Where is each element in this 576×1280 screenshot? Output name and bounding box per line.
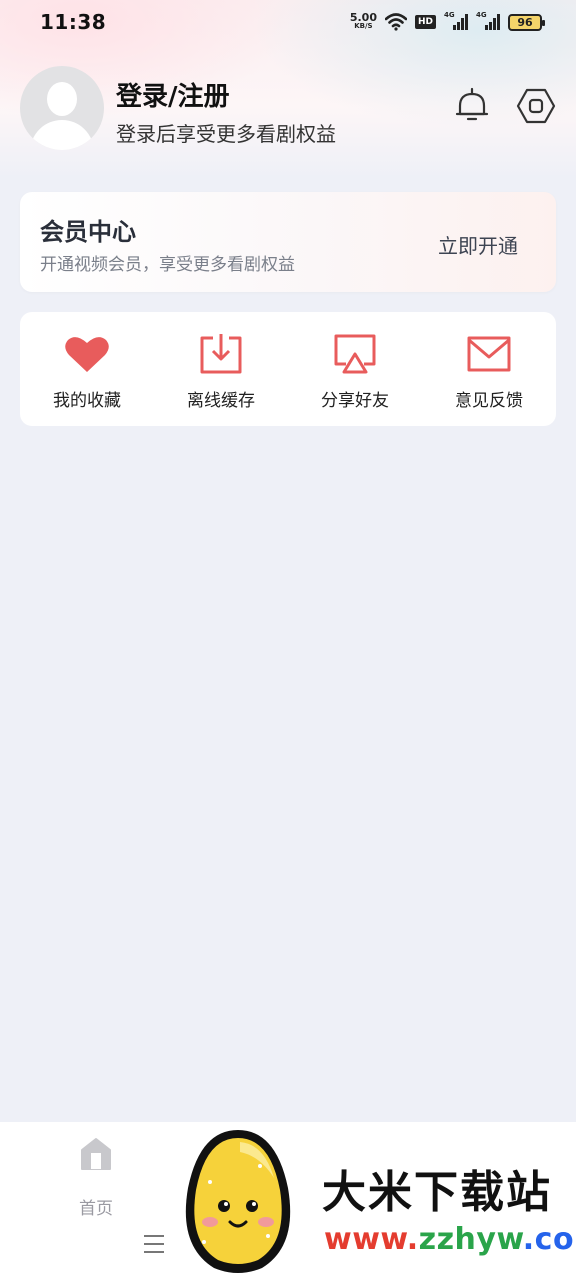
battery-icon: 96: [508, 13, 545, 31]
status-time: 11:38: [40, 10, 107, 34]
open-membership-button[interactable]: 立即开通: [438, 230, 518, 259]
watermark-url-suffix: .com: [522, 1222, 576, 1257]
status-icons: 5.00 KB/S HD 4G 4G 96: [349, 10, 545, 34]
nav-home-tab[interactable]: 首页: [60, 1136, 132, 1219]
watermark-url-prefix: www.: [324, 1222, 419, 1257]
offline-cache-item[interactable]: 离线缓存: [154, 312, 288, 426]
avatar[interactable]: [20, 66, 104, 150]
offline-cache-label: 离线缓存: [187, 391, 255, 411]
login-subtitle: 登录后享受更多看剧权益: [116, 122, 336, 146]
mascot-egg-logo: [185, 1130, 291, 1273]
login-register-link[interactable]: 登录/注册: [116, 76, 230, 113]
menu-icon[interactable]: [144, 1235, 164, 1253]
bell-icon[interactable]: [452, 86, 492, 126]
battery-level: 96: [517, 15, 533, 29]
settings-icon[interactable]: [516, 86, 556, 126]
status-bar: 11:38 5.00 KB/S HD 4G 4G 96: [0, 0, 576, 44]
heart-icon: [63, 332, 111, 376]
profile-screen: 11:38 5.00 KB/S HD 4G 4G 96 登录/注册 登录后享受更…: [0, 0, 576, 1280]
feedback-label: 意见反馈: [455, 391, 523, 411]
share-friends-item[interactable]: 分享好友: [288, 312, 422, 426]
wifi-icon: [384, 13, 407, 31]
signal-sim1-icon: 4G: [444, 11, 468, 30]
network-speed-value: 5.00: [349, 11, 377, 24]
share-screen-icon: [331, 332, 379, 376]
home-icon: [81, 1138, 111, 1170]
watermark-url-domain: zzhyw: [418, 1222, 523, 1257]
watermark-url: www.zzhyw.com: [324, 1222, 576, 1257]
favorites-label: 我的收藏: [53, 391, 121, 411]
vip-center-subtitle: 开通视频会员，享受更多看剧权益: [40, 255, 295, 275]
sim2-network-label: 4G: [476, 11, 487, 19]
nav-home-label: 首页: [79, 1199, 113, 1219]
download-icon: [197, 332, 245, 376]
vip-center-title: 会员中心: [40, 218, 136, 246]
signal-sim2-icon: 4G: [476, 11, 500, 30]
function-grid: 我的收藏 离线缓存 分享好友 意见反馈: [20, 312, 556, 426]
network-speed: 5.00 KB/S: [349, 11, 377, 31]
hd-badge: HD: [414, 15, 436, 29]
share-friends-label: 分享好友: [321, 391, 389, 411]
watermark-site-name: 大米下载站: [322, 1167, 552, 1218]
network-speed-unit: KB/S: [354, 22, 373, 30]
vip-center-card[interactable]: 会员中心 开通视频会员，享受更多看剧权益 立即开通: [20, 192, 556, 292]
favorites-item[interactable]: 我的收藏: [20, 312, 154, 426]
sim1-network-label: 4G: [444, 11, 455, 19]
feedback-item[interactable]: 意见反馈: [422, 312, 556, 426]
mail-icon: [465, 332, 513, 376]
